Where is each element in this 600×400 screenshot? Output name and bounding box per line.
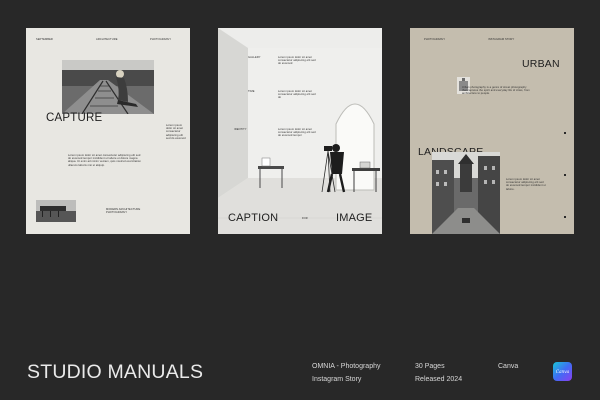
card2-label-gallery: GALLERY [248,56,261,59]
card1-headline: CAPTURE [46,112,103,124]
card3-marker-3 [564,216,566,218]
card1-header-right: PHOTOGRAPHY [150,38,172,41]
page-count: 30 Pages [415,363,445,370]
product-name: OMNIA - Photography Instagram Story [312,361,380,386]
card2-text-identity: Lorem ipsum dolor sit amet consectetur a… [278,128,316,138]
product-title: STUDIO MANUALS [27,361,204,383]
platform-label: Canva [498,363,519,370]
card1-body-text: Lorem ipsum dolor sit amet consectetur a… [68,154,141,167]
pier-photo [36,200,76,222]
card3-marker-1 [564,132,566,134]
card2-caption-right: IMAGE [336,212,373,224]
card3-header-left: PHOTOGRAPHY [424,38,446,41]
street-photo [432,152,500,234]
card3-body-side: Lorem ipsum dolor sit amet consectetur a… [506,178,546,191]
card2-label-time: TIME [248,90,255,93]
template-card-caption[interactable]: GALLERY Lorem ipsum dolor sit amet conse… [218,28,382,234]
product-specs: 30 Pages Released 2024 [415,361,462,386]
card1-header-left: SEPTEMBER [36,38,53,41]
card3-header-right: INSTAGRAM STORY [488,38,515,41]
canva-logo-icon: Canva [553,362,572,381]
card3-marker-2 [564,174,566,176]
card1-header-mid: ARCHITECTURE [96,38,118,41]
card1-side-note: Lorem ipsum dolor sit amet consectetur a… [166,124,186,140]
card2-text-time: Lorem ipsum dolor sit amet consectetur a… [278,90,316,100]
card3-body-top: Urban photography is a genre of street p… [462,86,530,96]
release-year: Released 2024 [415,375,463,383]
rail-track-photo [62,60,154,114]
preview-stage: SEPTEMBER ARCHITECTURE PHOTOGRAPHY CAPTU… [0,0,600,400]
card2-text-gallery: Lorem ipsum dolor sit amet consectetur a… [278,56,316,66]
product-line-2: Instagram Story [312,375,362,383]
card2-caption-left: CAPTION [228,212,279,224]
card2-label-identity: IDENTITY [234,128,247,131]
card3-word-urban: URBAN [522,58,560,70]
template-card-urban[interactable]: PHOTOGRAPHY INSTAGRAM STORY URBAN Urban … [410,28,574,234]
product-line-1: OMNIA - Photography [312,363,381,370]
card1-footer-note: MODERN ARCHITECTURE PHOTOGRAPHY [106,208,141,215]
card2-caption-mid: FOR [302,217,308,220]
template-card-capture[interactable]: SEPTEMBER ARCHITECTURE PHOTOGRAPHY CAPTU… [26,28,190,234]
